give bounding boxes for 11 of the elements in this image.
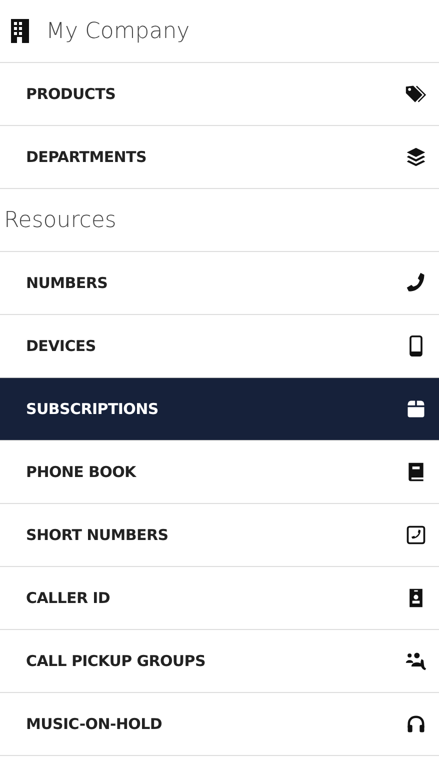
layers-icon — [405, 146, 427, 168]
section-title: My Company — [46, 18, 190, 44]
phone-icon — [405, 272, 427, 294]
section-title: Resources — [4, 208, 116, 232]
tags-icon — [405, 83, 427, 105]
headphones-icon — [405, 713, 427, 735]
nav-item[interactable]: SUBSCRIPTIONS — [0, 378, 439, 441]
phone-square-icon — [405, 524, 427, 546]
building-icon — [10, 19, 30, 43]
group-phone-icon — [405, 650, 427, 672]
box-icon — [405, 398, 427, 420]
